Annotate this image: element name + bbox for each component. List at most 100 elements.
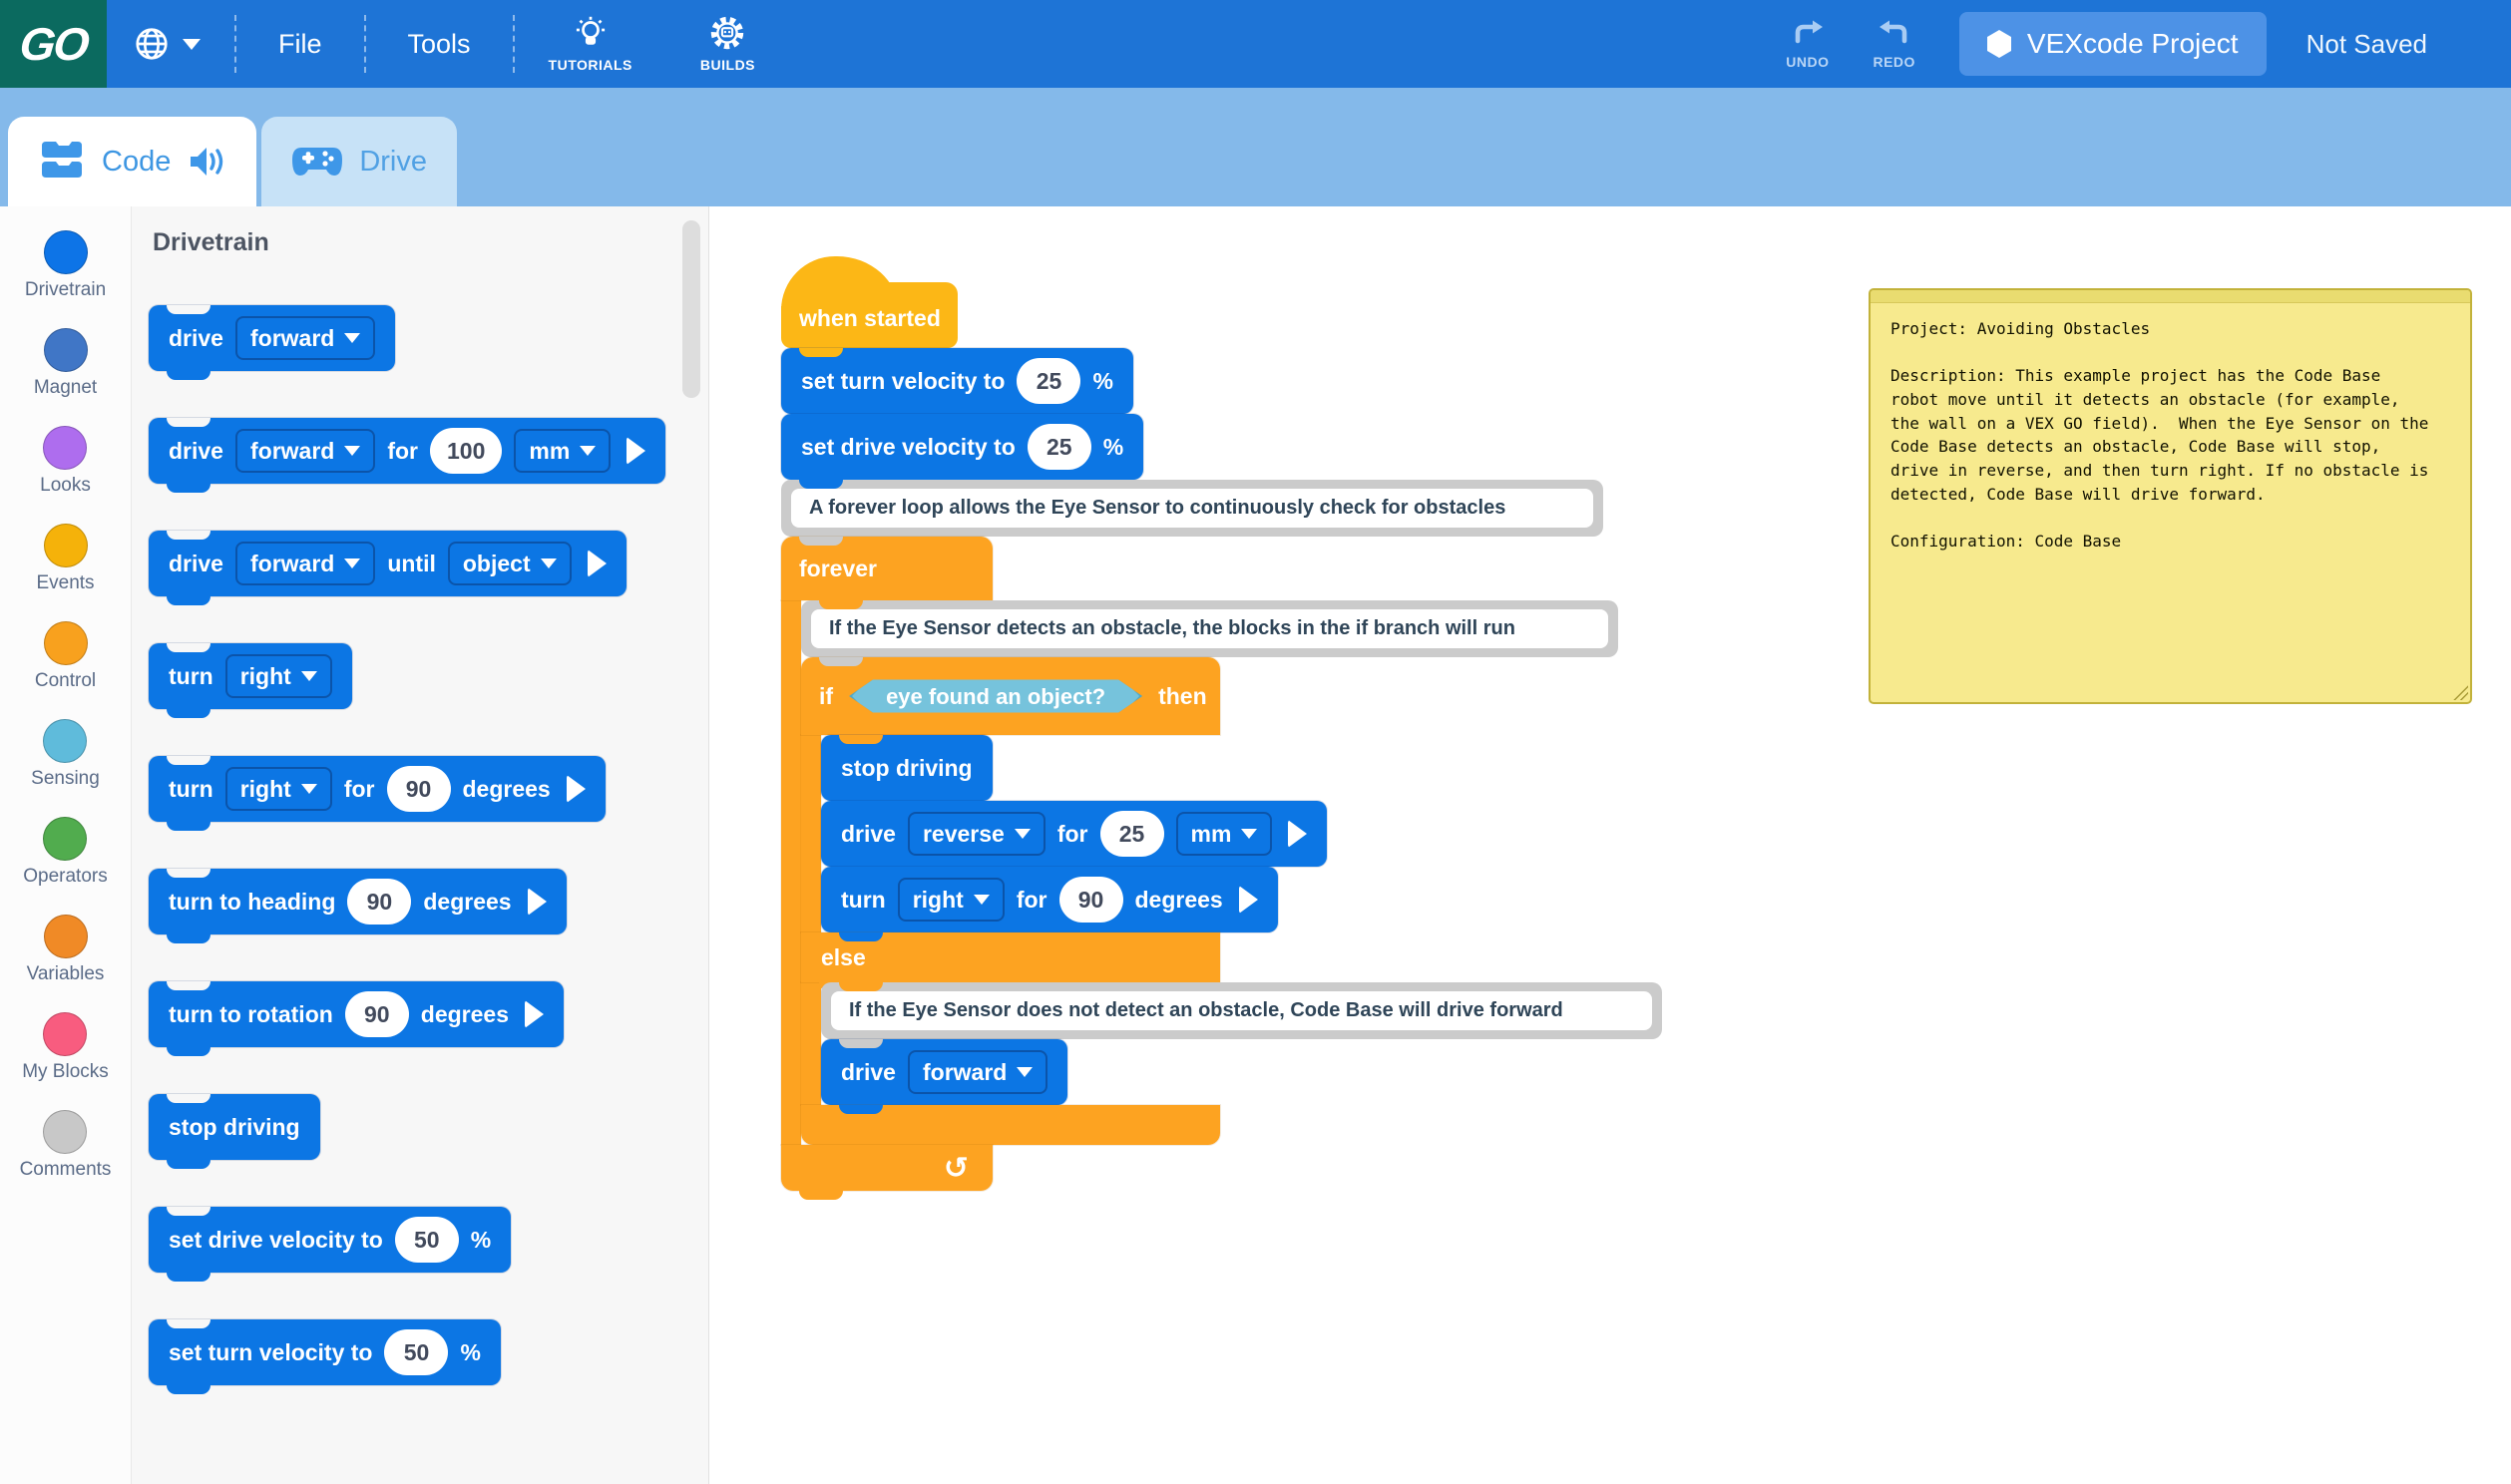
expand-arrow-icon[interactable] [567, 775, 586, 803]
category-sidebar: Drivetrain Magnet Looks Events Control S… [0, 206, 132, 1484]
palette-block-drive-until[interactable]: drive forward until object [149, 531, 627, 596]
forever-footer[interactable]: ↺ [781, 1145, 993, 1191]
palette-block-drive[interactable]: drive forward [149, 305, 395, 371]
block-drive-forward[interactable]: drive forward [821, 1039, 1067, 1105]
file-menu[interactable]: File [236, 29, 364, 60]
sidebar-item-magnet[interactable]: Magnet [34, 328, 97, 399]
gear-icon [709, 15, 745, 51]
project-name-button[interactable]: VEXcode Project [1959, 12, 2267, 76]
else-bar[interactable]: else [801, 932, 1220, 982]
sidebar-item-my-blocks[interactable]: My Blocks [22, 1012, 109, 1083]
palette-block-turn[interactable]: turn right [149, 643, 352, 709]
sidebar-item-drivetrain[interactable]: Drivetrain [25, 230, 106, 301]
magnet-category-icon [44, 328, 88, 372]
expand-arrow-icon[interactable] [525, 1000, 544, 1028]
turn-direction-dropdown[interactable]: right [225, 767, 332, 811]
target-dropdown[interactable]: object [448, 542, 572, 585]
palette-block-stop-driving[interactable]: stop driving [149, 1094, 320, 1160]
unit-dropdown[interactable]: mm [514, 429, 611, 473]
when-started-hat-block[interactable]: when started [781, 256, 958, 348]
note-resize-handle[interactable] [2452, 684, 2468, 700]
block-set-turn-velocity[interactable]: set turn velocity to 25 % [781, 348, 1133, 414]
velocity-input[interactable]: 50 [395, 1217, 459, 1263]
velocity-input[interactable]: 50 [384, 1329, 448, 1375]
palette-block-drive-for[interactable]: drive forward for 100 mm [149, 418, 665, 484]
palette-block-set-drive-velocity[interactable]: set drive velocity to 50 % [149, 1207, 511, 1273]
angle-input[interactable]: 90 [387, 766, 451, 812]
dropdown-caret-icon [301, 784, 317, 794]
forever-header[interactable]: forever [781, 537, 993, 600]
sidebar-item-looks[interactable]: Looks [40, 426, 91, 497]
block-drive-reverse[interactable]: drive reverse for 25 mm [821, 801, 1327, 867]
workspace-canvas[interactable]: when started set turn velocity to 25 % s… [709, 206, 2511, 1484]
velocity-input[interactable]: 25 [1028, 424, 1091, 470]
note-text[interactable]: Project: Avoiding Obstacles Description:… [1871, 303, 2470, 567]
project-note[interactable]: Project: Avoiding Obstacles Description:… [1869, 288, 2472, 704]
palette-block-set-turn-velocity[interactable]: set turn velocity to 50 % [149, 1319, 501, 1385]
speaker-icon[interactable] [187, 144, 226, 180]
expand-arrow-icon[interactable] [1288, 820, 1307, 848]
else-spine [801, 982, 821, 1105]
sidebar-item-comments[interactable]: Comments [20, 1110, 112, 1181]
events-category-icon [44, 524, 88, 567]
expand-arrow-icon[interactable] [627, 437, 645, 465]
block-set-drive-velocity[interactable]: set drive velocity to 25 % [781, 414, 1143, 480]
turn-direction-dropdown[interactable]: right [225, 654, 332, 698]
redo-button[interactable]: REDO [1873, 19, 1914, 70]
language-menu[interactable] [107, 25, 234, 63]
sidebar-item-variables[interactable]: Variables [27, 915, 105, 985]
main-content: Drivetrain Magnet Looks Events Control S… [0, 206, 2511, 1484]
if-header[interactable]: if eye found an object? then [801, 657, 1220, 735]
heading-input[interactable]: 90 [347, 879, 411, 925]
palette-scrollbar-thumb[interactable] [682, 220, 700, 398]
turn-direction-dropdown[interactable]: right [898, 878, 1005, 922]
builds-button[interactable]: BUILDS [666, 15, 789, 73]
note-header-bar[interactable] [1871, 290, 2470, 303]
undo-icon [1791, 19, 1825, 49]
sidebar-item-operators[interactable]: Operators [23, 817, 107, 888]
palette-block-turn-for[interactable]: turn right for 90 degrees [149, 756, 606, 822]
dropdown-caret-icon [344, 446, 360, 456]
tutorials-button[interactable]: TUTORIALS [515, 15, 666, 73]
sidebar-item-control[interactable]: Control [35, 621, 96, 692]
looks-category-icon [43, 426, 87, 470]
undo-button[interactable]: UNDO [1786, 19, 1829, 70]
tab-code[interactable]: Code [8, 117, 256, 206]
if-else-block[interactable]: if eye found an object? then [801, 657, 1662, 1145]
unit-dropdown[interactable]: mm [1176, 812, 1273, 856]
block-stop-driving[interactable]: stop driving [821, 735, 993, 801]
velocity-input[interactable]: 25 [1017, 358, 1080, 404]
palette-block-turn-to-heading[interactable]: turn to heading 90 degrees [149, 869, 567, 934]
direction-dropdown[interactable]: forward [235, 316, 375, 360]
comment-block[interactable]: If the Eye Sensor detects an obstacle, t… [801, 600, 1618, 657]
direction-dropdown[interactable]: forward [235, 542, 375, 585]
direction-dropdown[interactable]: forward [235, 429, 375, 473]
rotation-input[interactable]: 90 [345, 991, 409, 1037]
chevron-down-icon [183, 39, 201, 50]
sidebar-item-events[interactable]: Events [36, 524, 94, 594]
angle-input[interactable]: 90 [1059, 877, 1123, 923]
if-footer[interactable] [801, 1105, 1220, 1145]
expand-arrow-icon[interactable] [528, 888, 547, 916]
palette-block-turn-to-rotation[interactable]: turn to rotation 90 degrees [149, 981, 564, 1047]
tools-menu[interactable]: Tools [366, 29, 513, 60]
expand-arrow-icon[interactable] [588, 550, 607, 577]
comment-block[interactable]: If the Eye Sensor does not detect an obs… [821, 982, 1662, 1039]
distance-input[interactable]: 25 [1100, 811, 1164, 857]
palette-header: Drivetrain [153, 228, 708, 257]
comment-block[interactable]: A forever loop allows the Eye Sensor to … [781, 480, 1603, 537]
distance-input[interactable]: 100 [430, 428, 502, 474]
tab-drive[interactable]: Drive [261, 117, 457, 206]
save-status: Not Saved [2306, 29, 2427, 60]
direction-dropdown[interactable]: forward [908, 1050, 1047, 1094]
direction-dropdown[interactable]: reverse [908, 812, 1046, 856]
when-started-label: when started [799, 305, 941, 332]
block-turn-right[interactable]: turn right for 90 degrees [821, 867, 1278, 932]
forever-mouth: If the Eye Sensor detects an obstacle, t… [801, 600, 1662, 1145]
forever-loop-block[interactable]: forever If the Eye Sensor detects an obs… [781, 537, 1662, 1191]
undo-label: UNDO [1786, 54, 1829, 70]
script-stack: when started set turn velocity to 25 % s… [781, 256, 1662, 1191]
condition-hexagon[interactable]: eye found an object? [849, 680, 1142, 713]
sidebar-item-sensing[interactable]: Sensing [31, 719, 100, 790]
expand-arrow-icon[interactable] [1239, 886, 1258, 914]
